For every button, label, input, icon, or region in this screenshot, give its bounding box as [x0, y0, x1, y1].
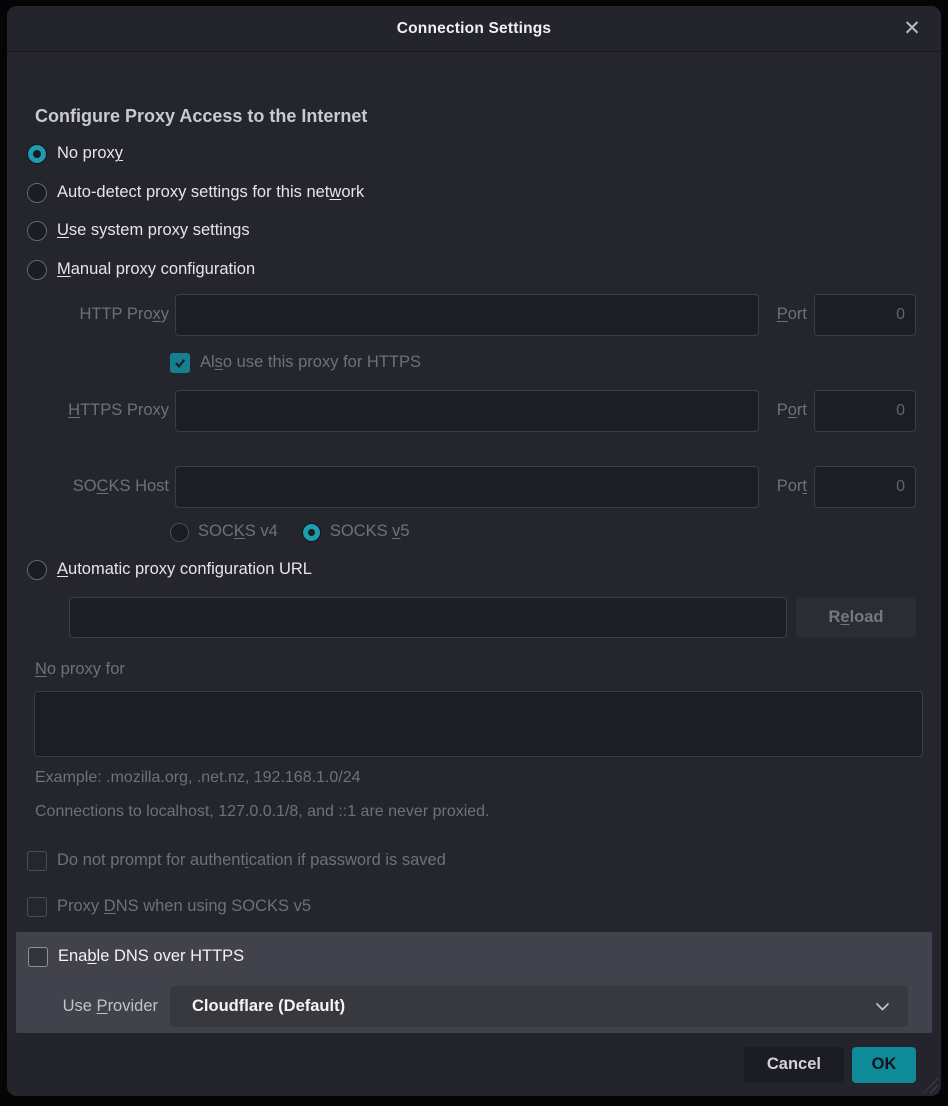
system-proxy-label: Use system proxy settings: [57, 221, 250, 241]
dialog-titlebar: Connection Settings ✕: [7, 6, 941, 52]
https-proxy-input[interactable]: [175, 390, 759, 432]
auto-detect-radio[interactable]: [27, 183, 47, 203]
close-icon[interactable]: ✕: [899, 16, 925, 42]
localhost-note: Connections to localhost, 127.0.0.1/8, a…: [35, 802, 916, 822]
no-proxy-for-label: No proxy for: [35, 659, 916, 681]
cancel-button[interactable]: Cancel: [744, 1047, 844, 1083]
provider-row: Use Provider Cloudflare (Default): [28, 986, 908, 1027]
socks-port-label: Port: [767, 477, 807, 497]
http-proxy-row: HTTP Proxy Port: [27, 294, 916, 336]
also-https-row[interactable]: Also use this proxy for HTTPS: [170, 350, 916, 376]
http-proxy-input[interactable]: [175, 294, 759, 336]
radio-row-manual-proxy[interactable]: Manual proxy configuration: [27, 251, 916, 290]
http-port-input[interactable]: [814, 294, 916, 336]
https-port-label: Port: [767, 401, 807, 421]
no-auth-prompt-label: Do not prompt for authentication if pass…: [57, 851, 446, 871]
manual-proxy-radio[interactable]: [27, 260, 47, 280]
use-provider-label: Use Provider: [28, 997, 158, 1017]
proxy-dns-label: Proxy DNS when using SOCKS v5: [57, 897, 311, 917]
radio-row-auto-url[interactable]: Automatic proxy configuration URL: [27, 551, 916, 590]
auto-detect-label: Auto-detect proxy settings for this netw…: [57, 183, 364, 203]
reload-button[interactable]: Reload: [796, 597, 916, 638]
socks-host-row: SOCKS Host Port: [27, 466, 916, 508]
dialog-content: Configure Proxy Access to the Internet N…: [7, 52, 941, 921]
radio-row-no-proxy[interactable]: No proxy: [27, 135, 916, 174]
auto-url-label: Automatic proxy configuration URL: [57, 560, 312, 580]
check-icon: [173, 356, 187, 370]
proxy-dns-checkbox[interactable]: [27, 897, 47, 917]
https-port-input[interactable]: [814, 390, 916, 432]
no-proxy-label: No proxy: [57, 144, 123, 164]
socks-host-label: SOCKS Host: [27, 477, 169, 497]
auto-url-input-row: Reload: [27, 597, 916, 638]
dialog-footer: Cancel OK: [7, 1033, 941, 1096]
https-proxy-row: HTTPS Proxy Port: [27, 390, 916, 432]
no-auth-prompt-checkbox[interactable]: [27, 851, 47, 871]
radio-row-system-proxy[interactable]: Use system proxy settings: [27, 212, 916, 251]
socks-v5-radio[interactable]: [302, 523, 321, 542]
enable-doh-row[interactable]: Enable DNS over HTTPS: [28, 944, 908, 970]
http-proxy-label: HTTP Proxy: [27, 305, 169, 325]
no-proxy-radio[interactable]: [27, 144, 47, 164]
dns-provider-select[interactable]: Cloudflare (Default): [170, 986, 908, 1027]
socks-v4-label: SOCKS v4: [198, 522, 278, 542]
proxy-mode-radio-group: No proxy Auto-detect proxy settings for …: [27, 135, 916, 289]
chevron-down-icon: [875, 1002, 890, 1012]
enable-doh-label: Enable DNS over HTTPS: [58, 947, 244, 967]
no-auth-prompt-row[interactable]: Do not prompt for authentication if pass…: [27, 848, 916, 874]
page-title: Configure Proxy Access to the Internet: [35, 106, 916, 127]
example-text: Example: .mozilla.org, .net.nz, 192.168.…: [35, 768, 916, 788]
socks-port-input[interactable]: [814, 466, 916, 508]
system-proxy-radio[interactable]: [27, 221, 47, 241]
no-proxy-for-textarea[interactable]: [34, 691, 923, 757]
connection-settings-dialog: Connection Settings ✕ Configure Proxy Ac…: [7, 6, 941, 1096]
http-port-label: Port: [767, 305, 807, 325]
proxy-dns-row[interactable]: Proxy DNS when using SOCKS v5: [27, 894, 916, 920]
dialog-title: Connection Settings: [397, 20, 552, 38]
enable-doh-checkbox[interactable]: [28, 947, 48, 967]
dns-provider-value: Cloudflare (Default): [192, 997, 875, 1016]
ok-button[interactable]: OK: [852, 1047, 916, 1083]
auto-url-radio[interactable]: [27, 560, 47, 580]
socks-version-row: SOCKS v4 SOCKS v5: [170, 520, 916, 544]
manual-proxy-label: Manual proxy configuration: [57, 260, 255, 280]
https-proxy-label: HTTPS Proxy: [27, 401, 169, 421]
also-https-label: Also use this proxy for HTTPS: [200, 353, 421, 373]
radio-row-auto-detect[interactable]: Auto-detect proxy settings for this netw…: [27, 174, 916, 213]
socks-v5-label: SOCKS v5: [330, 522, 410, 542]
also-https-checkbox[interactable]: [170, 353, 190, 373]
doh-highlighted-section: Enable DNS over HTTPS Use Provider Cloud…: [16, 932, 932, 1033]
socks-host-input[interactable]: [175, 466, 759, 508]
socks-v4-radio[interactable]: [170, 523, 189, 542]
autoconfig-url-input[interactable]: [69, 597, 787, 638]
